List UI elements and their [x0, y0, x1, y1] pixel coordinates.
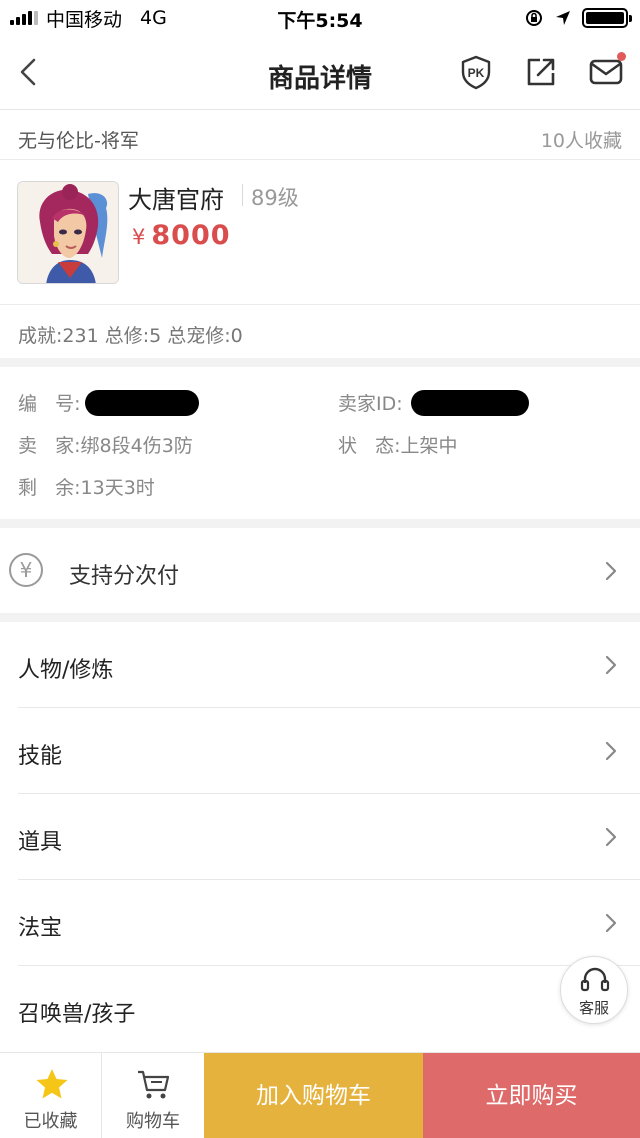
favorite-button[interactable]: 已收藏	[0, 1053, 102, 1138]
cart-label: 购物车	[126, 1111, 180, 1132]
remaining: 剩 余: 13天3时	[18, 473, 155, 500]
cart-icon	[138, 1070, 170, 1099]
installment-label: 支持分次付	[69, 564, 180, 589]
school-name: 大唐官府	[128, 186, 224, 214]
star-icon	[36, 1069, 68, 1099]
location-icon	[556, 11, 570, 25]
seller-id: 卖家ID:	[338, 389, 529, 416]
menu-item-character[interactable]: 人物/修炼	[0, 622, 640, 708]
cart-button[interactable]: 购物车	[102, 1053, 204, 1138]
redacted-seller-id	[410, 389, 529, 416]
menu-item-label: 技能	[18, 744, 63, 769]
menu-item-label: 召唤兽/孩子	[18, 1002, 136, 1027]
menu-item-label: 法宝	[18, 916, 63, 941]
notification-dot	[617, 52, 626, 61]
add-to-cart-button[interactable]: 加入购物车	[204, 1053, 423, 1138]
product-title-row: 无与伦比-将军 10人收藏	[0, 110, 640, 160]
customer-service-label: 客服	[578, 999, 609, 1017]
menu-item-pets[interactable]: 召唤兽/孩子	[0, 966, 640, 1052]
character-portrait	[18, 182, 118, 283]
character-level: 89级	[251, 186, 299, 210]
share-icon[interactable]	[523, 54, 559, 90]
info-section: 编 号: 卖家ID: 卖 家: 绑8段4伤3防 状 态: 上架中 剩 余: 13…	[0, 367, 640, 519]
price-value: 8000	[151, 220, 231, 251]
favorite-label: 已收藏	[23, 1111, 78, 1132]
battery-icon	[582, 8, 632, 28]
remaining-label: 剩 余:	[18, 477, 81, 499]
chevron-right-icon	[605, 655, 617, 675]
status-label: 状 态:	[338, 435, 401, 457]
product-summary: 大唐官府 89级 ¥8000	[0, 160, 640, 305]
favorite-count: 10人收藏	[540, 130, 622, 152]
bottom-action-bar: 已收藏 购物车 加入购物车 立即购买	[0, 1052, 640, 1138]
chevron-right-icon	[605, 741, 617, 761]
yen-icon: ¥	[9, 553, 43, 587]
seller-label: 卖 家:	[18, 435, 81, 457]
menu-item-label: 道具	[18, 830, 63, 855]
seller: 卖 家: 绑8段4伤3防	[18, 431, 193, 458]
redacted-id	[84, 389, 199, 416]
character-avatar[interactable]	[17, 181, 119, 284]
status-value: 上架中	[400, 435, 458, 457]
chevron-right-icon	[605, 561, 617, 581]
section-gap	[0, 358, 640, 367]
chevron-right-icon	[605, 913, 617, 933]
installment-row[interactable]: ¥ 支持分次付	[0, 528, 640, 613]
section-gap	[0, 613, 640, 622]
nav-bar: 商品详情 PK	[0, 36, 640, 110]
achievements-row: 成就:231 总修:5 总宠修:0	[0, 305, 640, 358]
chevron-right-icon	[605, 827, 617, 847]
level-divider	[242, 184, 243, 206]
status: 状 态: 上架中	[338, 431, 458, 458]
buy-now-button[interactable]: 立即购买	[423, 1053, 640, 1138]
mail-button[interactable]	[588, 52, 626, 90]
status-bar: 中国移动 4G 下午5:54	[0, 0, 640, 36]
item-id: 编 号:	[18, 389, 199, 416]
price: ¥8000	[132, 220, 231, 251]
section-gap	[0, 519, 640, 528]
orientation-lock-icon	[526, 10, 542, 26]
currency-symbol: ¥	[132, 225, 146, 249]
seller-id-label: 卖家ID:	[338, 393, 403, 415]
achievements-text: 成就:231 总修:5 总宠修:0	[18, 325, 243, 347]
item-id-label: 编 号:	[18, 393, 81, 415]
menu-item-label: 人物/修炼	[18, 658, 114, 683]
pk-shield-icon[interactable]: PK	[458, 54, 494, 90]
menu-item-skills[interactable]: 技能	[0, 708, 640, 794]
menu-item-treasures[interactable]: 法宝	[0, 880, 640, 966]
customer-service-button[interactable]: 客服	[560, 956, 628, 1024]
remaining-value: 13天3时	[80, 477, 155, 499]
seller-value: 绑8段4伤3防	[80, 435, 193, 457]
svg-text:PK: PK	[468, 66, 485, 80]
product-name: 无与伦比-将军	[18, 130, 139, 152]
headset-icon	[580, 967, 610, 992]
menu-item-items[interactable]: 道具	[0, 794, 640, 880]
